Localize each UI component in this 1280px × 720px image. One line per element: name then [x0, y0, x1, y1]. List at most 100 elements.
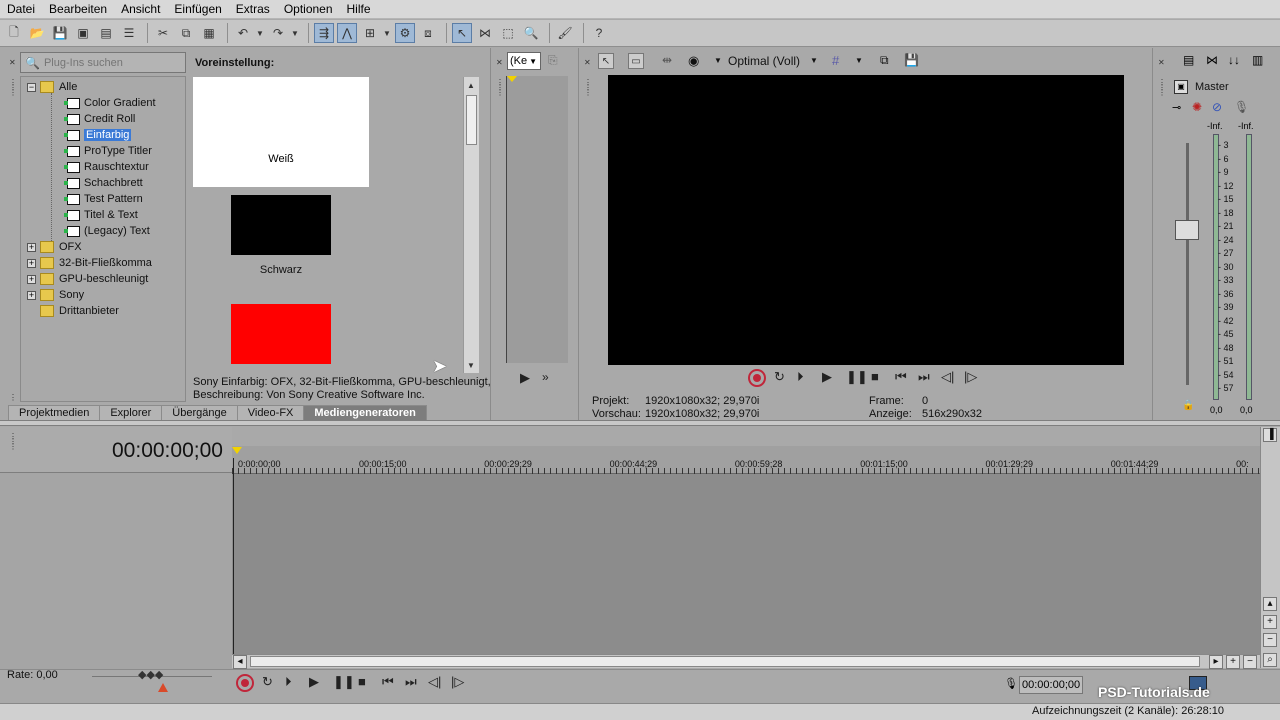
- volume-fader[interactable]: [1175, 220, 1199, 240]
- panel-grip-icon[interactable]: ⋮⋮⋮: [584, 79, 592, 97]
- open-icon[interactable]: 📂: [27, 23, 47, 43]
- panel-grip-icon[interactable]: ⋮⋮⋮: [9, 433, 17, 451]
- timeline-ruler[interactable]: 0:00:00;00 00:00:15;00 00:00:29;29 00:00:44…: [232, 446, 1260, 474]
- scroll-right-icon[interactable]: ▸: [1209, 655, 1223, 669]
- tab-explorer[interactable]: Explorer: [99, 405, 163, 420]
- lock-icon[interactable]: ⚙: [395, 23, 415, 43]
- tree-item[interactable]: Rauschtextur: [64, 159, 149, 175]
- preview-properties-icon[interactable]: ↖: [598, 53, 617, 69]
- timeline-vscroll[interactable]: ▐ ▴ + − ⌕: [1260, 427, 1280, 668]
- master-icon[interactable]: ▣: [1174, 80, 1188, 94]
- tab-projektmedien[interactable]: Projektmedien: [8, 405, 101, 420]
- tree-item[interactable]: ProType Titler: [64, 143, 152, 159]
- scroll-thumb[interactable]: [250, 656, 1200, 667]
- scroll-up-icon[interactable]: ▲: [467, 81, 475, 90]
- zoom-tool-icon[interactable]: 🔍: [521, 23, 541, 43]
- tree-item-selected[interactable]: Einfarbig: [64, 127, 132, 143]
- downmix-icon[interactable]: ⋈: [1206, 53, 1218, 67]
- panel-divider[interactable]: [0, 420, 1280, 426]
- preview-quality-select[interactable]: Optimal (Voll): [728, 54, 800, 68]
- save-as-icon[interactable]: ▣: [73, 23, 93, 43]
- go-to-start-icon[interactable]: ⏮: [895, 369, 907, 385]
- chevron-down-icon[interactable]: ▼: [256, 29, 264, 38]
- tree-item[interactable]: Titel & Text: [64, 207, 138, 223]
- auto-ripple-icon[interactable]: ⇶: [314, 23, 334, 43]
- more-icon[interactable]: »: [542, 370, 549, 384]
- loop-region-marker-icon[interactable]: [232, 447, 242, 454]
- tree-folder[interactable]: Drittanbieter: [40, 303, 119, 319]
- timeline-hscroll[interactable]: ◂ ▸ + −: [232, 654, 1260, 669]
- save-icon[interactable]: 💾: [50, 23, 70, 43]
- plugin-search[interactable]: 🔍: [20, 52, 186, 73]
- timeline-record-button[interactable]: [236, 674, 254, 692]
- overlay-grid-icon[interactable]: #: [832, 53, 839, 68]
- group-icon[interactable]: ⧈: [418, 23, 438, 43]
- zoom-out-vertical-icon[interactable]: −: [1263, 633, 1277, 647]
- expand-icon[interactable]: +: [27, 290, 36, 300]
- loop-icon[interactable]: ↻: [262, 674, 273, 690]
- go-to-start-icon[interactable]: ⏮: [382, 674, 394, 690]
- redo-icon[interactable]: ↷: [268, 23, 288, 43]
- fader-track[interactable]: [1186, 143, 1189, 385]
- panel-close-icon[interactable]: ✕: [9, 59, 16, 67]
- envelope-icon[interactable]: ⋀: [337, 23, 357, 43]
- menu-datei[interactable]: Datei: [0, 2, 42, 16]
- tree-folder-ofx[interactable]: + OFX: [27, 239, 82, 255]
- help-icon[interactable]: ?: [589, 23, 609, 43]
- panel-close-icon[interactable]: ✕: [496, 59, 503, 67]
- mute-icon[interactable]: ↓↓: [1228, 53, 1240, 67]
- external-monitor-icon[interactable]: ▭: [628, 53, 647, 69]
- tree-item-alle[interactable]: − Alle: [27, 79, 77, 95]
- search-input[interactable]: [43, 56, 184, 69]
- tree-folder[interactable]: +32-Bit-Fließkomma: [27, 255, 152, 271]
- pause-icon[interactable]: ❚❚: [333, 674, 355, 690]
- playhead[interactable]: [233, 458, 234, 654]
- selection-tool-icon[interactable]: ⬚: [498, 23, 518, 43]
- tree-item[interactable]: (Legacy) Text: [64, 223, 150, 239]
- go-to-end-icon[interactable]: ⏭: [405, 674, 417, 690]
- preset-scrollbar[interactable]: ▲ ▼: [463, 77, 479, 373]
- scroll-up-icon[interactable]: ▴: [1263, 597, 1277, 611]
- next-frame-icon[interactable]: |▷: [451, 674, 464, 690]
- paint-icon[interactable]: 🖌: [555, 23, 575, 43]
- panel-close-icon[interactable]: ✕: [584, 59, 591, 67]
- zoom-in-icon[interactable]: +: [1226, 655, 1240, 669]
- lock-icon[interactable]: 🔒: [1182, 400, 1194, 411]
- pause-icon[interactable]: ❚❚: [846, 369, 868, 385]
- chevron-down-icon[interactable]: ▼: [291, 29, 299, 38]
- paste-icon[interactable]: ▦: [199, 23, 219, 43]
- zoom-in-vertical-icon[interactable]: +: [1263, 615, 1277, 629]
- mic-icon[interactable]: 🎙: [1234, 100, 1249, 114]
- panel-grip-icon[interactable]: ⋮⋮⋮: [496, 79, 504, 97]
- tab-uebergaenge[interactable]: Übergänge: [161, 405, 238, 420]
- timeline-tracks[interactable]: [232, 474, 1260, 654]
- play-icon[interactable]: ▶: [309, 674, 319, 690]
- normal-edit-tool-icon[interactable]: ↖: [452, 23, 472, 43]
- zoom-icon[interactable]: ⌕: [1263, 653, 1277, 667]
- menu-bearbeiten[interactable]: Bearbeiten: [42, 2, 114, 16]
- timeline-option-icon[interactable]: ▐: [1263, 428, 1277, 442]
- previous-frame-icon[interactable]: ◁|: [428, 674, 441, 690]
- tree-folder[interactable]: + GPU-beschleunigt: [27, 271, 148, 287]
- collapse-icon[interactable]: −: [27, 82, 36, 92]
- expand-icon[interactable]: +: [27, 258, 36, 268]
- save-snapshot-icon[interactable]: 💾: [904, 53, 919, 67]
- preset-white[interactable]: Weiß: [193, 77, 369, 187]
- play-from-start-icon[interactable]: ⏵: [797, 369, 804, 385]
- zoom-out-icon[interactable]: −: [1243, 655, 1257, 669]
- rate-slider-knob[interactable]: ◆◆◆: [138, 668, 163, 681]
- new-icon[interactable]: 🗋: [4, 23, 24, 43]
- snap-icon[interactable]: ⊞: [360, 23, 380, 43]
- insert-fx-icon[interactable]: ⊸: [1172, 101, 1181, 114]
- go-to-end-icon[interactable]: ⏭: [918, 369, 930, 385]
- chevron-down-icon[interactable]: ▼: [383, 29, 391, 38]
- stop-icon[interactable]: ■: [358, 674, 366, 689]
- chevron-down-icon[interactable]: ▼: [855, 56, 863, 65]
- mixer-properties-icon[interactable]: ▤: [1183, 53, 1194, 67]
- tree-folder[interactable]: + Sony: [27, 287, 84, 303]
- expand-icon[interactable]: +: [27, 242, 36, 252]
- trimmer-option-icon[interactable]: ⎘: [548, 53, 558, 68]
- render-icon[interactable]: ▤: [96, 23, 116, 43]
- next-frame-icon[interactable]: |▷: [964, 369, 977, 385]
- record-button[interactable]: [748, 369, 766, 387]
